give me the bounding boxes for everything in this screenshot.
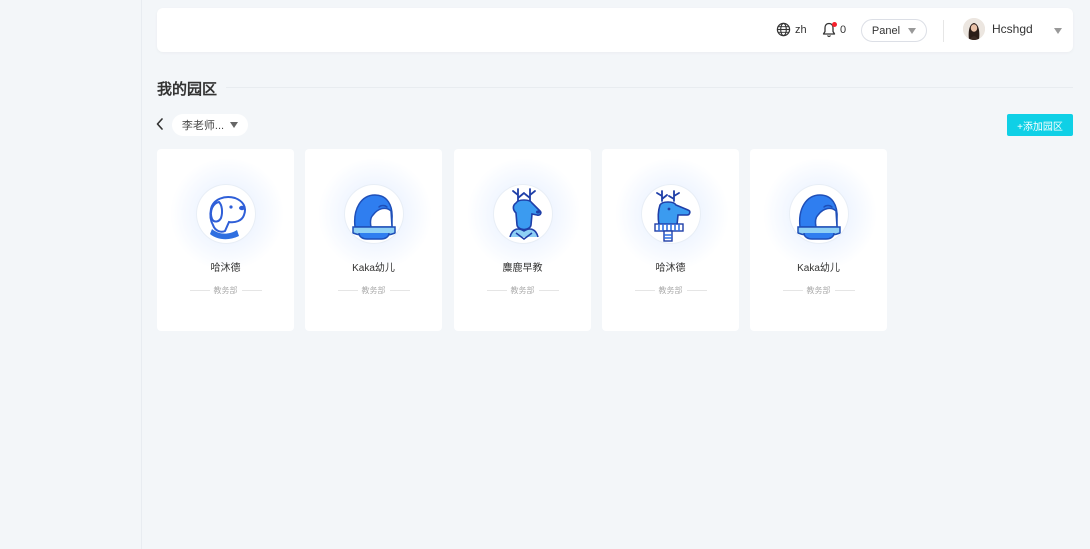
dept-line-right	[389, 290, 410, 291]
user-menu[interactable]: Hcshgd	[963, 18, 1033, 40]
campus-dept: 教务部	[750, 285, 887, 296]
campus-card[interactable]: 麋鹿早教 教务部	[454, 149, 591, 331]
chevron-left-icon[interactable]	[154, 117, 166, 131]
deer-scarf-icon	[642, 185, 700, 243]
dept-line-right	[834, 290, 855, 291]
dept-line-left	[634, 290, 655, 291]
language-label: zh	[795, 23, 807, 36]
penguin-icon	[790, 185, 848, 243]
header-divider	[943, 20, 944, 42]
campus-dept-label: 教务部	[510, 286, 535, 295]
globe-icon	[776, 22, 791, 37]
teacher-select-value: 李老师...	[181, 120, 225, 132]
notification-dot	[832, 22, 837, 27]
campus-dept: 教务部	[454, 285, 591, 296]
campus-card[interactable]: Kaka幼儿 教务部	[750, 149, 887, 331]
deer-icon	[494, 185, 552, 243]
caret-down-icon	[908, 27, 917, 34]
user-caret-down-icon[interactable]	[1054, 28, 1062, 34]
campus-card[interactable]: 哈沐德 教务部	[157, 149, 294, 331]
campus-name: 麋鹿早教	[502, 263, 543, 274]
language-switcher[interactable]: zh	[776, 22, 807, 37]
dept-line-left	[782, 290, 803, 291]
campus-name: 哈沐德	[655, 263, 686, 274]
campus-dept: 教务部	[157, 285, 294, 296]
notifications-button[interactable]: 0	[822, 22, 846, 38]
bell-icon	[822, 22, 837, 38]
top-header: zh 0 Panel Hcshgd	[157, 8, 1073, 52]
dog-icon	[197, 185, 255, 243]
title-divider	[226, 87, 1073, 88]
username: Hcshgd	[992, 22, 1033, 36]
dept-line-right	[686, 290, 707, 291]
teacher-select[interactable]: 李老师...	[172, 114, 248, 136]
campus-card[interactable]: Kaka幼儿 教务部	[305, 149, 442, 331]
notification-count: 0	[840, 24, 847, 36]
penguin-icon	[345, 185, 403, 243]
sidebar	[0, 0, 142, 549]
campus-name: Kaka幼儿	[352, 263, 395, 274]
campus-dept-label: 教务部	[806, 286, 831, 295]
campus-dept: 教务部	[305, 285, 442, 296]
add-campus-button[interactable]: +添加园区	[1007, 114, 1073, 136]
campus-dept-label: 教务部	[361, 286, 386, 295]
campus-card[interactable]: 哈沐德 教务部	[602, 149, 739, 331]
panel-label: Panel	[871, 24, 901, 37]
dept-line-left	[189, 290, 210, 291]
campus-dept-label: 教务部	[213, 286, 238, 295]
avatar	[963, 18, 985, 40]
campus-dept-label: 教务部	[658, 286, 683, 295]
dept-line-left	[486, 290, 507, 291]
page-title: 我的园区	[157, 81, 218, 98]
dept-line-left	[337, 290, 358, 291]
campus-dept: 教务部	[602, 285, 739, 296]
caret-down-icon	[230, 122, 239, 128]
dept-line-right	[538, 290, 559, 291]
campus-name: 哈沐德	[210, 263, 241, 274]
panel-dropdown[interactable]: Panel	[861, 19, 927, 42]
campus-name: Kaka幼儿	[797, 263, 840, 274]
dept-line-right	[241, 290, 262, 291]
